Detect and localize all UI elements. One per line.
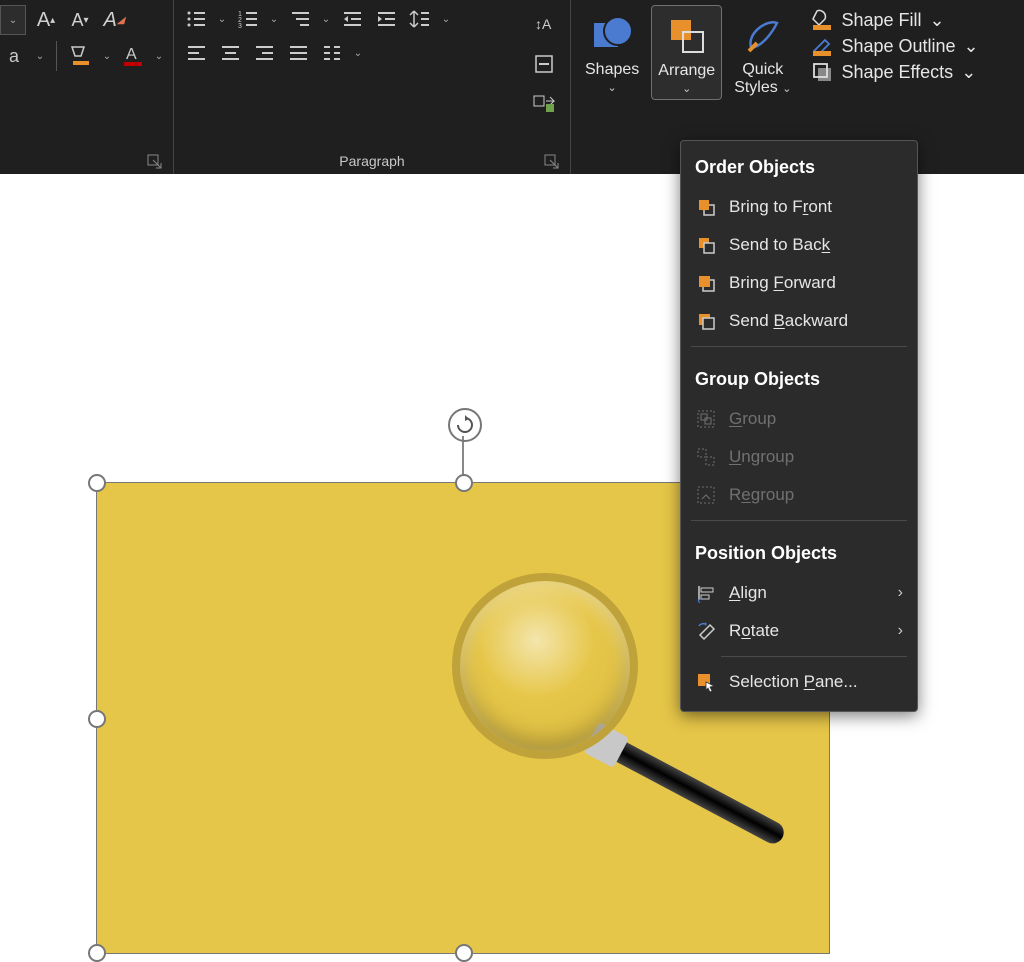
shape-fill-label: Shape Fill <box>841 10 921 31</box>
multilevel-dropdown-icon[interactable]: ⌄ <box>320 14 332 25</box>
regroup-icon <box>695 484 717 506</box>
font-dialog-launcher-icon[interactable] <box>147 154 165 172</box>
increase-indent-icon[interactable] <box>372 5 400 33</box>
shape-outline-icon <box>811 35 833 57</box>
paragraph-group-label: Paragraph <box>339 153 404 169</box>
font-size-dropdown[interactable]: ⌄ <box>0 5 26 35</box>
selection-pane-icon <box>695 671 717 693</box>
svg-text:A: A <box>126 46 137 63</box>
shape-fill-button[interactable]: Shape Fill ⌄ <box>811 9 978 31</box>
svg-text:3: 3 <box>238 23 242 30</box>
line-spacing-icon[interactable] <box>406 5 434 33</box>
resize-handle-bm[interactable] <box>455 944 473 962</box>
highlight-dropdown-icon[interactable]: ⌄ <box>101 51 113 62</box>
align-text-vertical-icon[interactable] <box>530 50 558 78</box>
menu-group: Group <box>681 400 917 438</box>
paragraph-dialog-launcher-icon[interactable] <box>544 154 562 172</box>
quick-styles-icon <box>739 11 787 59</box>
line-spacing-dropdown-icon[interactable]: ⌄ <box>440 14 452 25</box>
resize-handle-ml[interactable] <box>88 710 106 728</box>
menu-selection-pane[interactable]: Selection Pane... <box>681 663 917 701</box>
decrease-indent-icon[interactable] <box>338 5 366 33</box>
font-color-icon[interactable]: A <box>119 42 147 70</box>
menu-section-order: Order Objects <box>681 141 917 188</box>
menu-bring-forward[interactable]: Bring Forward <box>681 264 917 302</box>
arrange-label: Arrange <box>658 62 715 80</box>
shape-outline-label: Shape Outline <box>841 36 955 57</box>
shapes-button[interactable]: Shapes ⌄ <box>579 5 645 98</box>
submenu-arrow-icon: › <box>898 622 903 640</box>
shapes-icon <box>588 11 636 59</box>
shape-effects-label: Shape Effects <box>841 62 953 83</box>
align-right-icon[interactable] <box>250 39 278 67</box>
bring-to-front-icon <box>695 196 717 218</box>
send-to-back-icon <box>695 234 717 256</box>
align-icon <box>695 582 717 604</box>
menu-rotate[interactable]: Rotate › <box>681 612 917 650</box>
font-color-dropdown-icon[interactable]: ⌄ <box>153 51 165 62</box>
decrease-font-icon[interactable]: A▾ <box>66 6 94 34</box>
justify-icon[interactable] <box>284 39 312 67</box>
menu-bring-to-front[interactable]: Bring to Front <box>681 188 917 226</box>
group-icon <box>695 408 717 430</box>
numbering-icon[interactable]: 123 <box>234 5 262 33</box>
quick-styles-label: QuickStyles ⌄ <box>734 61 791 98</box>
shape-outline-button[interactable]: Shape Outline ⌄ <box>811 35 978 57</box>
menu-align[interactable]: Align › <box>681 574 917 612</box>
align-center-icon[interactable] <box>216 39 244 67</box>
numbering-dropdown-icon[interactable]: ⌄ <box>268 14 280 25</box>
submenu-arrow-icon: › <box>898 584 903 602</box>
rotate-icon <box>695 620 717 642</box>
resize-handle-tl[interactable] <box>88 474 106 492</box>
bullets-dropdown-icon[interactable]: ⌄ <box>216 14 228 25</box>
menu-section-position: Position Objects <box>681 527 917 574</box>
multilevel-list-icon[interactable] <box>286 5 314 33</box>
send-backward-icon <box>695 310 717 332</box>
bring-forward-icon <box>695 272 717 294</box>
highlight-icon[interactable] <box>67 42 95 70</box>
ungroup-icon <box>695 446 717 468</box>
columns-dropdown-icon[interactable]: ⌄ <box>352 48 364 59</box>
rotate-stem <box>462 436 464 476</box>
change-case-icon[interactable]: a <box>0 42 28 70</box>
convert-smartart-icon[interactable] <box>530 90 558 118</box>
resize-handle-tm[interactable] <box>455 474 473 492</box>
chevron-down-icon: ⌄ <box>608 81 617 94</box>
menu-section-group: Group Objects <box>681 353 917 400</box>
resize-handle-bl[interactable] <box>88 944 106 962</box>
shapes-label: Shapes <box>585 61 639 79</box>
quick-styles-button[interactable]: QuickStyles ⌄ <box>728 5 797 102</box>
menu-ungroup: Ungroup <box>681 438 917 476</box>
arrange-menu: Order Objects Bring to Front Send to Bac… <box>680 140 918 712</box>
menu-send-backward[interactable]: Send Backward <box>681 302 917 340</box>
text-direction-icon[interactable]: ↕A <box>530 10 558 38</box>
arrange-icon <box>663 12 711 60</box>
shape-fill-icon <box>811 9 833 31</box>
svg-text:↕A: ↕A <box>535 16 552 32</box>
shape-effects-button[interactable]: Shape Effects ⌄ <box>811 61 978 83</box>
increase-font-icon[interactable]: A▴ <box>32 6 60 34</box>
shape-effects-icon <box>811 61 833 83</box>
change-case-dropdown-icon[interactable]: ⌄ <box>34 51 46 62</box>
rotate-handle[interactable] <box>448 408 482 442</box>
bullets-icon[interactable] <box>182 5 210 33</box>
columns-icon[interactable] <box>318 39 346 67</box>
chevron-down-icon: ⌄ <box>682 82 691 95</box>
arrange-button[interactable]: Arrange ⌄ <box>651 5 722 100</box>
align-left-icon[interactable] <box>182 39 210 67</box>
clear-formatting-icon[interactable]: A◢ <box>100 6 128 34</box>
menu-send-to-back[interactable]: Send to Back <box>681 226 917 264</box>
menu-regroup: Regroup <box>681 476 917 514</box>
